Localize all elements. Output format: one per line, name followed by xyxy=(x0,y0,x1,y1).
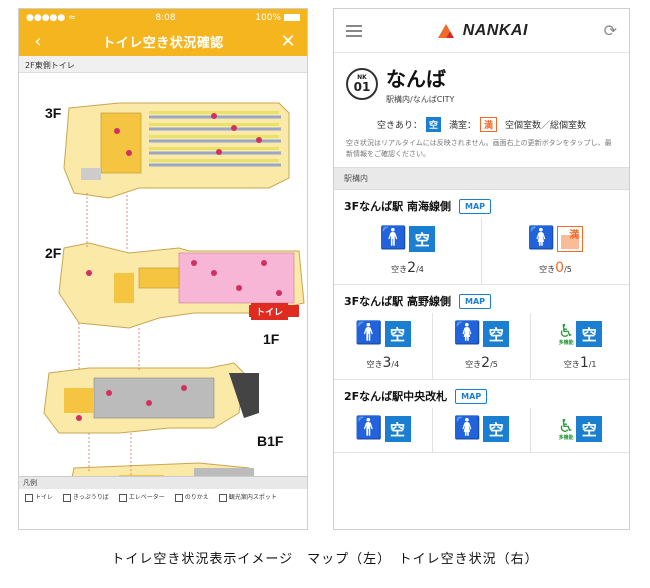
availability-count: 空き2/4 xyxy=(391,260,424,276)
map-button[interactable]: MAP xyxy=(455,388,488,404)
full-indicator: 満 xyxy=(557,226,584,252)
stall-male: 🚹 空 空き3/4 xyxy=(334,313,433,379)
toilet-icon xyxy=(25,493,33,502)
vacant-indicator: 空 xyxy=(576,416,603,442)
map-screen: ●●●●● ≈ 8:08 100% ‹ トイレ空き状況確認 ✕ 2F東側トイレ xyxy=(18,8,308,530)
info-icon xyxy=(218,493,227,502)
vacant-indicator: 空 xyxy=(483,416,510,442)
male-icon: 🚹 xyxy=(355,416,383,441)
floor-label-3f: 3F xyxy=(45,105,62,121)
full-chip: 満 xyxy=(480,117,498,132)
vacant-indicator: 空 xyxy=(576,321,603,347)
vacant-indicator: 空 xyxy=(483,321,510,347)
area-title: 3Fなんば駅 高野線側 xyxy=(344,295,451,308)
wheelchair-icon: ♿ 多機能 xyxy=(558,415,575,441)
legend-item: のりかえ xyxy=(174,492,209,502)
map-location-label: 2F東側トイレ xyxy=(19,56,307,73)
stall-female: 🚺 満 空き0/5 xyxy=(482,218,629,284)
hamburger-menu-icon[interactable] xyxy=(346,24,362,37)
status-bar: ●●●●● ≈ 8:08 100% xyxy=(19,9,307,26)
wheelchair-icon: ♿ 多機能 xyxy=(558,320,575,346)
status-legend: 空きあり： 空 満室： 満 空個室数／総個室数 xyxy=(334,111,629,136)
stall-accessible: ♿ 多機能空 空き1/1 xyxy=(531,313,629,379)
logo-mark-icon xyxy=(437,23,454,38)
stall-male: 🚹 空 xyxy=(334,408,433,452)
image-caption: トイレ空き状況表示イメージ マップ（左） トイレ空き状況（右） xyxy=(111,552,539,567)
floor-label-1f: 1F xyxy=(263,331,280,347)
signal-indicator: ●●●●● xyxy=(26,12,66,23)
station-floor-map[interactable]: 3F 2F 1F B1F トイレ 凡例 トイレ きっぷうりば エレベーター のり… xyxy=(19,73,307,529)
legend-item: エレベーター xyxy=(118,492,165,502)
vacant-indicator: 空 xyxy=(409,226,436,252)
vacant-indicator: 空 xyxy=(384,416,411,442)
page-title: トイレ空き状況確認 xyxy=(102,35,224,51)
male-icon: 🚹 xyxy=(355,321,383,346)
battery-icon xyxy=(283,14,300,21)
floor-label-2f: 2F xyxy=(45,245,62,261)
map-button[interactable]: MAP xyxy=(459,198,492,214)
title-bar: ‹ トイレ空き状況確認 ✕ xyxy=(19,26,307,56)
station-subtitle: 駅構内/なんばCITY xyxy=(386,95,455,104)
clock: 8:08 xyxy=(155,12,176,23)
section-heading: 駅構内 xyxy=(334,167,629,190)
legend-item: きっぷうりば xyxy=(63,492,109,502)
app-header: NANKAI ⟳ xyxy=(334,9,629,53)
refresh-icon[interactable]: ⟳ xyxy=(604,21,617,40)
availability-count: 空き0/5 xyxy=(539,260,572,276)
toilet-location-tag[interactable]: トイレ xyxy=(251,303,289,320)
floor-3f-plan xyxy=(63,102,290,199)
male-icon: 🚹 xyxy=(379,226,408,251)
station-header: NK 01 なんば 駅構内/なんばCITY xyxy=(334,53,629,111)
availability-screen: NANKAI ⟳ NK 01 なんば 駅構内/なんばCITY 空きあり： 空 満… xyxy=(333,8,630,530)
availability-count: 空き2/5 xyxy=(465,355,498,371)
vacant-indicator: 空 xyxy=(384,321,411,347)
toilet-area-card: 3Fなんば駅 高野線側 MAP 🚹 空 空き3/4 🚺 空 空き2/5 ♿ 多機能空 … xyxy=(334,285,629,380)
vacant-chip: 空 xyxy=(425,117,441,132)
stall-male: 🚹 空 空き2/4 xyxy=(334,218,482,284)
battery-text: 100% xyxy=(255,12,281,23)
female-icon: 🚺 xyxy=(527,226,556,251)
stall-accessible: ♿ 多機能空 xyxy=(531,408,629,452)
wifi-icon: ≈ xyxy=(68,12,76,23)
floor-1f-plan xyxy=(43,362,259,434)
availability-count: 空き1/1 xyxy=(563,355,597,371)
female-icon: 🚺 xyxy=(453,416,482,441)
area-title: 2Fなんば駅中央改札 xyxy=(344,390,448,403)
elevator-icon xyxy=(118,493,127,502)
station-number-badge: NK 01 xyxy=(346,68,378,100)
map-legend: 凡例 トイレ きっぷうりば エレベーター のりかえ 観光案内スポット xyxy=(19,476,307,503)
area-title: 3Fなんば駅 南海線側 xyxy=(344,200,451,213)
station-name: なんば xyxy=(386,67,446,91)
close-icon[interactable]: ✕ xyxy=(279,31,297,52)
chevron-left-icon[interactable]: ‹ xyxy=(29,31,47,52)
female-icon: 🚺 xyxy=(453,321,482,346)
stall-female: 🚺 空 空き2/5 xyxy=(433,313,532,379)
stall-female: 🚺 空 xyxy=(433,408,532,452)
legend-heading: 凡例 xyxy=(19,477,307,489)
toilet-area-card: 3Fなんば駅 南海線側 MAP 🚹 空 空き2/4 🚺 満 空き0/5 xyxy=(334,190,629,285)
toilet-area-card: 2Fなんば駅中央改札 MAP 🚹 空 🚺 空 ♿ 多機能空 xyxy=(334,380,629,453)
map-button[interactable]: MAP xyxy=(459,293,492,309)
availability-count: 空き3/4 xyxy=(366,355,400,371)
update-notice: 空き状況はリアルタイムには反映されません。画面右上の更新ボタンをタップし、最新情… xyxy=(346,139,612,158)
floor-label-b1f: B1F xyxy=(257,433,284,449)
legend-item: トイレ xyxy=(25,492,53,502)
nankai-logo: NANKAI xyxy=(437,22,528,40)
transfer-icon xyxy=(174,493,183,502)
ticket-icon xyxy=(63,493,72,502)
legend-item: 観光案内スポット xyxy=(218,492,277,502)
